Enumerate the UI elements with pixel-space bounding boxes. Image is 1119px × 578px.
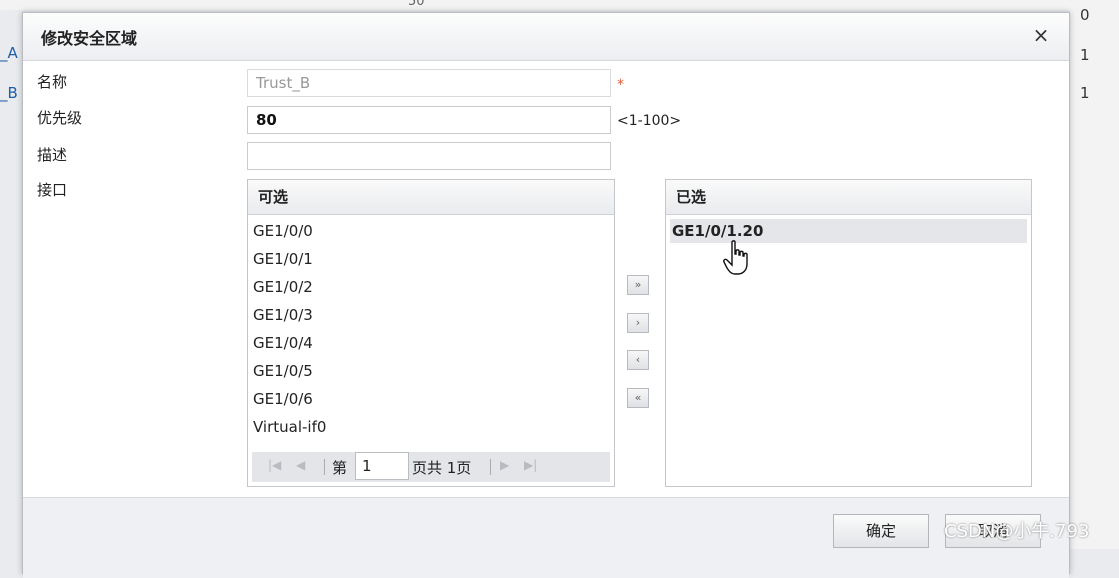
list-item[interactable]: Virtual-if0 [248,413,614,441]
pager-separator [490,459,491,475]
remove-button[interactable]: ‹ [627,350,649,370]
priority-field[interactable]: 80 [247,106,611,134]
selected-header: 已选 [666,180,1031,215]
pagination-bar: |◀ ◀ 第 1 页共 1页 ▶ ▶| [252,452,610,482]
add-button[interactable]: › [627,313,649,333]
list-item[interactable]: GE1/0/5 [248,357,614,385]
page-number-input[interactable]: 1 [355,452,409,480]
dialog-title: 修改安全区域 [41,29,138,48]
pager-separator [324,459,325,475]
dialog-footer: 确定 取消 [23,497,1069,578]
background-row-label-a: _A [0,44,18,62]
list-item[interactable]: GE1/0/1 [248,245,614,273]
list-item[interactable]: GE1/0/4 [248,329,614,357]
add-all-button[interactable]: » [627,275,649,295]
background-value-1: 1 [1080,46,1090,64]
available-header: 可选 [248,180,614,215]
description-field[interactable] [247,142,611,170]
interface-label: 接口 [37,181,68,199]
available-list: GE1/0/0 GE1/0/1 GE1/0/2 GE1/0/3 GE1/0/4 … [248,215,614,441]
next-page-icon[interactable]: ▶ [500,458,509,472]
ok-button[interactable]: 确定 [833,514,929,548]
prev-page-icon[interactable]: ◀ [296,458,305,472]
list-item[interactable]: GE1/0/2 [248,273,614,301]
edit-security-zone-dialog: 修改安全区域 × 名称 Trust_B * 优先级 80 <1-100> 描述 … [22,12,1070,578]
name-field[interactable]: Trust_B [247,69,611,97]
name-label: 名称 [37,73,68,91]
page-total-text: 页共 1页 [412,459,472,477]
watermark-text: CSDN@小牛.793 [944,521,1090,542]
background-value-column [1070,0,1119,549]
priority-range-hint: <1-100> [617,113,682,129]
description-label: 描述 [37,146,68,164]
list-item[interactable]: GE1/0/6 [248,385,614,413]
selected-interfaces-panel: 已选 GE1/0/1.20 [665,179,1032,487]
background-row-label-b: _B [0,84,18,102]
background-toolbar: 50 [0,0,1119,10]
priority-label: 优先级 [37,109,83,127]
list-item[interactable]: GE1/0/0 [248,217,614,245]
page-prefix: 第 [332,459,348,477]
list-item[interactable]: GE1/0/3 [248,301,614,329]
background-value-0: 0 [1080,6,1090,24]
background-top-text: 50 [408,0,425,9]
close-icon[interactable]: × [1029,23,1053,47]
hand-cursor-icon [723,240,748,275]
remove-all-button[interactable]: « [627,388,649,408]
available-interfaces-panel: 可选 GE1/0/0 GE1/0/1 GE1/0/2 GE1/0/3 GE1/0… [247,179,615,487]
dialog-header: 修改安全区域 × [23,13,1069,61]
last-page-icon[interactable]: ▶| [524,458,537,472]
first-page-icon[interactable]: |◀ [268,458,281,472]
required-mark: * [617,77,624,93]
background-value-2: 1 [1080,84,1090,102]
